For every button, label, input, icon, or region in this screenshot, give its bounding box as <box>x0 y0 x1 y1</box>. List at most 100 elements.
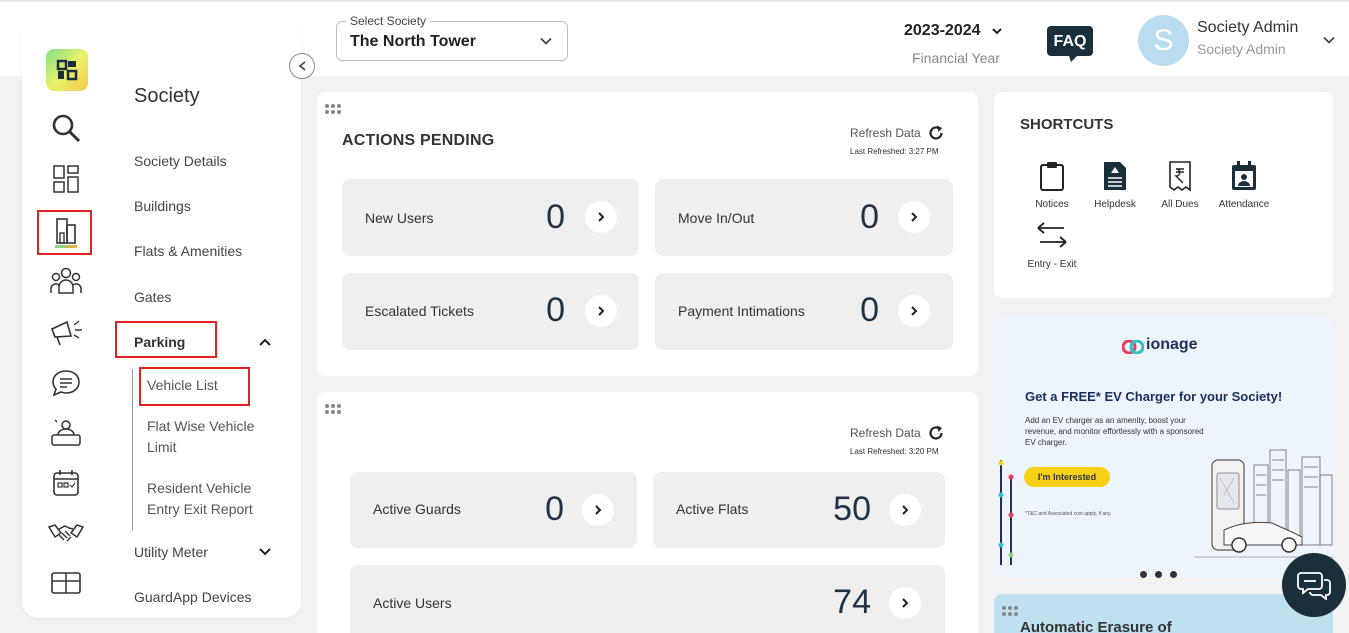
actions-pending-card: ACTIONS PENDING Refresh Data Last Refres… <box>317 92 978 376</box>
ad-body: Add an EV charger as an amenity, boost y… <box>1025 416 1204 447</box>
tile-label: Active Users <box>373 595 452 611</box>
shortcut-entry-exit[interactable]: Entry - Exit <box>1017 220 1087 270</box>
menu-item-society-details[interactable]: Society Details <box>134 153 227 169</box>
shortcut-attendance[interactable]: Attendance <box>1209 160 1279 210</box>
chevron-down-icon <box>540 37 552 45</box>
chevron-right-icon[interactable] <box>889 587 921 619</box>
user-role: Society Admin <box>1197 41 1286 57</box>
menu-item-flats-amenities[interactable]: Flats & Amenities <box>134 243 242 259</box>
chevron-right-icon[interactable] <box>898 295 930 327</box>
shortcut-notices[interactable]: Notices <box>1017 160 1087 210</box>
faq-button[interactable]: FAQ <box>1047 26 1093 62</box>
menu-item-parking[interactable]: Parking <box>134 334 185 350</box>
handshake-icon[interactable] <box>46 514 86 552</box>
chevron-right-icon[interactable] <box>889 494 921 526</box>
submenu-item-resident-vehicle-report[interactable]: Resident Vehicle Entry Exit Report <box>147 478 267 520</box>
tile-label: Active Flats <box>676 501 749 517</box>
submenu-item-flat-wise-vehicle-limit[interactable]: Flat Wise Vehicle Limit <box>147 416 267 458</box>
chevron-left-icon <box>298 61 306 71</box>
sidebar: Society Society Details Buildings Flats … <box>22 20 301 618</box>
tile-label: Escalated Tickets <box>365 303 474 319</box>
attendance-icon <box>1232 161 1256 190</box>
shortcuts-title: SHORTCUTS <box>1020 116 1114 133</box>
society-select-legend: Select Society <box>346 14 431 28</box>
people-icon[interactable] <box>46 262 86 300</box>
chevron-right-icon[interactable] <box>585 201 617 233</box>
tile-value: 0 <box>546 291 565 329</box>
shortcut-label: Helpdesk <box>1094 199 1136 210</box>
actions-pending-title: ACTIONS PENDING <box>342 132 495 149</box>
submenu-item-vehicle-list[interactable]: Vehicle List <box>147 375 267 396</box>
shortcut-all-dues[interactable]: All Dues <box>1145 160 1215 210</box>
faq-label: FAQ <box>1053 33 1087 50</box>
chevron-right-icon[interactable] <box>585 295 617 327</box>
clipboard-icon <box>1040 162 1064 191</box>
tile-move-in-out[interactable]: Move In/Out 0 <box>655 179 953 256</box>
tile-payment-intimations[interactable]: Payment Intimations 0 <box>655 273 953 350</box>
society-select-value: The North Tower <box>350 33 476 50</box>
shortcut-label: Attendance <box>1218 199 1270 210</box>
submenu-divider <box>132 369 133 530</box>
package-icon[interactable] <box>46 564 86 602</box>
carousel-dot[interactable] <box>1140 571 1147 578</box>
chat-support-button[interactable] <box>1282 553 1346 617</box>
ad-banner[interactable]: ionage Get a FREE* EV Charger for your S… <box>994 315 1333 578</box>
last-refreshed: Last Refreshed: 3:20 PM <box>850 447 939 456</box>
announcement-icon[interactable] <box>46 313 86 351</box>
carousel-dot[interactable] <box>1170 571 1177 578</box>
rupee-receipt-icon <box>1169 161 1191 192</box>
financial-year-value: 2023-2024 <box>904 22 981 39</box>
refresh-icon[interactable] <box>927 424 945 442</box>
refresh-icon[interactable] <box>927 124 945 142</box>
automatic-erasure-title: Automatic Erasure of <box>1020 619 1172 633</box>
chevron-down-icon <box>992 28 1002 35</box>
search-icon[interactable] <box>46 109 86 147</box>
menu-item-guardapp-devices[interactable]: GuardApp Devices <box>134 589 252 605</box>
ad-interested-button[interactable]: I'm Interested <box>1024 467 1110 487</box>
dashboard-icon[interactable] <box>46 160 86 198</box>
carousel-dots[interactable] <box>1140 565 1185 578</box>
society-select[interactable]: Select Society The North Tower <box>336 14 568 61</box>
calendar-icon[interactable] <box>46 464 86 502</box>
chevron-down-icon[interactable] <box>258 546 272 558</box>
shortcut-helpdesk[interactable]: Helpdesk <box>1080 160 1150 210</box>
refresh-data-button[interactable]: Refresh Data <box>850 426 921 440</box>
menu-item-utility-meter[interactable]: Utility Meter <box>134 544 208 560</box>
tile-value: 0 <box>545 490 564 528</box>
tile-active-users[interactable]: Active Users 74 <box>350 565 945 633</box>
shortcut-label: All Dues <box>1161 199 1199 210</box>
menu-item-buildings[interactable]: Buildings <box>134 198 191 214</box>
tile-value: 0 <box>860 198 879 236</box>
user-menu[interactable]: S Society Admin Society Admin <box>1138 15 1343 67</box>
chat-icon[interactable] <box>46 364 86 402</box>
logo-icon[interactable] <box>46 49 88 91</box>
shortcut-label: Entry - Exit <box>1027 259 1077 270</box>
ad-note: *T&C and Associated cost apply, if any. <box>1025 511 1112 517</box>
ad-brand: ionage <box>1146 336 1198 353</box>
user-name: Society Admin <box>1197 19 1299 36</box>
menu-item-gates[interactable]: Gates <box>134 289 171 305</box>
drag-handle-icon[interactable] <box>325 104 343 114</box>
drag-handle-icon[interactable] <box>1002 606 1020 616</box>
tile-active-guards[interactable]: Active Guards 0 <box>350 472 637 548</box>
helpdesk-document-icon <box>1104 162 1126 190</box>
tile-active-flats[interactable]: 50 Active Flats <box>653 472 945 548</box>
tile-label: Payment Intimations <box>678 303 805 319</box>
financial-year-select[interactable]: 2023-2024 Financial Year <box>900 22 1010 66</box>
chevron-up-icon[interactable] <box>258 336 272 348</box>
tile-new-users[interactable]: New Users 0 <box>342 179 639 256</box>
ionage-logo-icon <box>1122 340 1144 354</box>
carousel-dot[interactable] <box>1155 571 1162 578</box>
sidebar-collapse-button[interactable] <box>289 53 315 79</box>
automatic-erasure-card: Automatic Erasure of <box>994 594 1333 633</box>
chevron-right-icon[interactable] <box>898 201 930 233</box>
tile-label: New Users <box>365 210 434 226</box>
drag-handle-icon[interactable] <box>325 404 343 414</box>
refresh-data-button[interactable]: Refresh Data <box>850 126 921 140</box>
last-refreshed: Last Refreshed: 3:27 PM <box>850 147 939 156</box>
tile-escalated-tickets[interactable]: Escalated Tickets 0 <box>342 273 639 350</box>
chevron-right-icon[interactable] <box>582 494 614 526</box>
chat-bubbles-icon <box>1297 572 1331 600</box>
decorative-dots <box>998 460 1014 565</box>
helpdesk-icon[interactable] <box>46 414 86 452</box>
